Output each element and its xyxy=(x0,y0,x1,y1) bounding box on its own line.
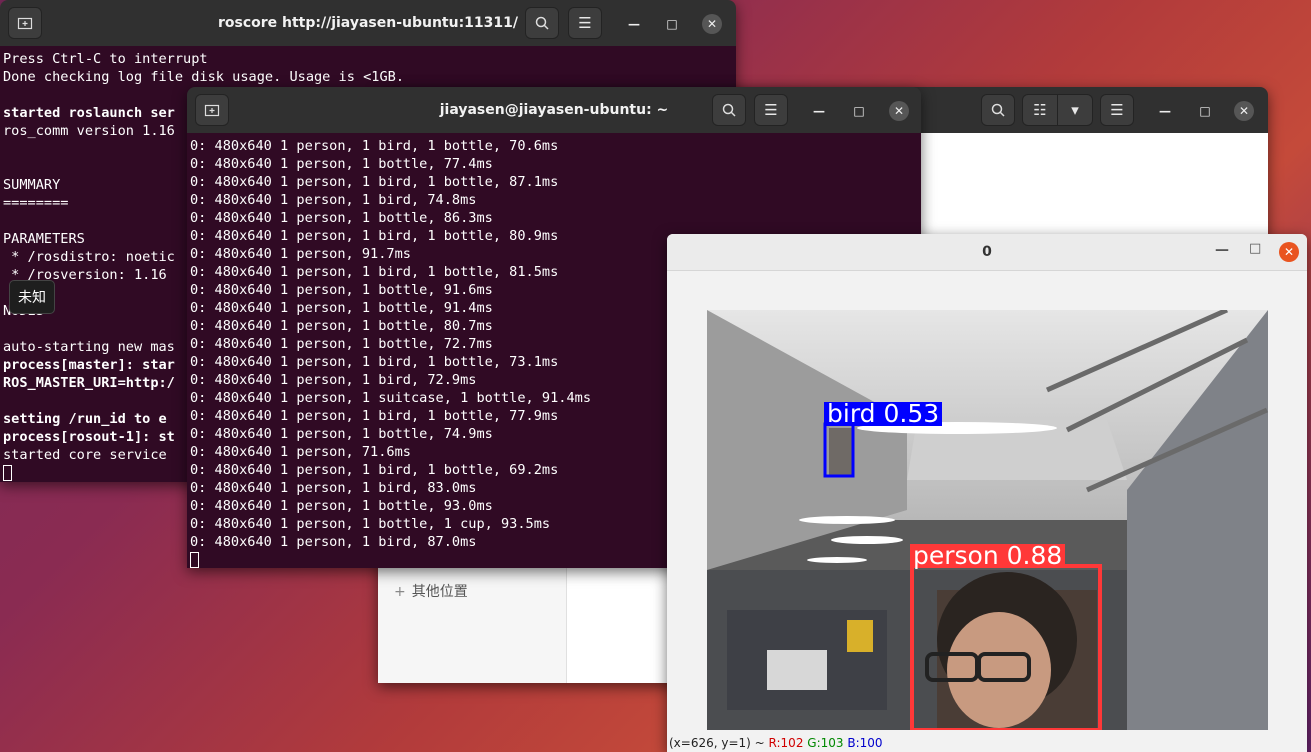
hamburger-icon: ☰ xyxy=(1110,101,1124,119)
sidebar-item-other-locations[interactable]: + 其他位置 xyxy=(394,581,468,601)
search-icon xyxy=(722,103,736,117)
list-view-button[interactable]: ☷ xyxy=(1022,94,1058,126)
sidebar-item-label: 其他位置 xyxy=(411,584,468,600)
terminal-line: 0: 480x640 1 person, 1 bottle, 86.3ms xyxy=(190,210,493,226)
close-button[interactable]: ✕ xyxy=(702,14,722,34)
search-icon xyxy=(991,103,1005,117)
status-g: G:103 xyxy=(807,736,844,750)
main-terminal-titlebar[interactable]: jiayasen@jiayasen-ubuntu: ~ ☰ — □ ✕ xyxy=(187,87,921,133)
close-button[interactable]: ✕ xyxy=(1279,242,1299,262)
roscore-line: Done checking log file disk usage. Usage… xyxy=(3,69,405,85)
minimize-button[interactable]: — xyxy=(1215,242,1229,258)
fm-search-button[interactable] xyxy=(981,94,1015,126)
fm-menu-button[interactable]: ☰ xyxy=(1100,94,1134,126)
terminal-cursor xyxy=(3,465,12,481)
maximize-button[interactable]: □ xyxy=(1249,241,1261,256)
new-tab-icon xyxy=(17,17,33,30)
maximize-button[interactable]: □ xyxy=(662,14,682,34)
search-button[interactable] xyxy=(525,7,559,39)
person-detection-label: person 0.88 xyxy=(910,543,1066,568)
chevron-down-icon: ▾ xyxy=(1071,101,1079,119)
roscore-titlebar[interactable]: roscore http://jiayasen-ubuntu:11311/ ☰ … xyxy=(0,0,736,46)
hamburger-icon: ☰ xyxy=(578,14,592,32)
terminal-cursor xyxy=(190,552,199,568)
camera-frame: bird 0.53 person 0.88 xyxy=(707,310,1268,730)
new-tab-icon xyxy=(204,104,220,117)
detection-window: 0 — □ ✕ bird 0.53 person 0.88 (x=626, y=… xyxy=(667,234,1307,752)
new-tab-button[interactable] xyxy=(8,7,42,39)
terminal-line: 0: 480x640 1 person, 1 bird, 1 bottle, 8… xyxy=(190,174,559,190)
search-button[interactable] xyxy=(712,94,746,126)
detection-title: 0 xyxy=(982,244,992,260)
terminal-line: 0: 480x640 1 person, 1 bird, 74.8ms xyxy=(190,192,477,208)
tooltip: 未知 xyxy=(9,280,55,314)
minimize-button[interactable]: — xyxy=(624,14,644,34)
plus-icon: + xyxy=(394,584,406,600)
fm-maximize-button[interactable]: □ xyxy=(1195,101,1215,121)
minimize-button[interactable]: — xyxy=(809,101,829,121)
menu-button[interactable]: ☰ xyxy=(754,94,788,126)
detection-titlebar[interactable]: 0 — □ ✕ xyxy=(667,234,1307,271)
pixel-status-bar: (x=626, y=1) ~ R:102 G:103 B:100 xyxy=(669,736,883,750)
maximize-button[interactable]: □ xyxy=(849,101,869,121)
bird-detection-label: bird 0.53 xyxy=(824,401,943,426)
fm-close-button[interactable]: ✕ xyxy=(1234,101,1254,121)
terminal-line: 0: 480x640 1 person, 1 bird, 1 bottle, 7… xyxy=(190,138,559,154)
list-icon: ☷ xyxy=(1033,101,1047,119)
terminal-line: 0: 480x640 1 person, 1 bottle, 77.4ms xyxy=(190,156,493,172)
camera-image xyxy=(707,310,1268,730)
status-coords: (x=626, y=1) ~ xyxy=(669,736,769,750)
close-button[interactable]: ✕ xyxy=(889,101,909,121)
view-options-button[interactable]: ▾ xyxy=(1057,94,1093,126)
hamburger-icon: ☰ xyxy=(764,101,778,119)
search-icon xyxy=(535,16,549,30)
fm-minimize-button[interactable]: — xyxy=(1155,101,1175,121)
new-tab-button[interactable] xyxy=(195,94,229,126)
status-r: R:102 xyxy=(768,736,804,750)
menu-button[interactable]: ☰ xyxy=(568,7,602,39)
roscore-line: Press Ctrl-C to interrupt xyxy=(3,51,208,67)
status-b: B:100 xyxy=(847,736,883,750)
